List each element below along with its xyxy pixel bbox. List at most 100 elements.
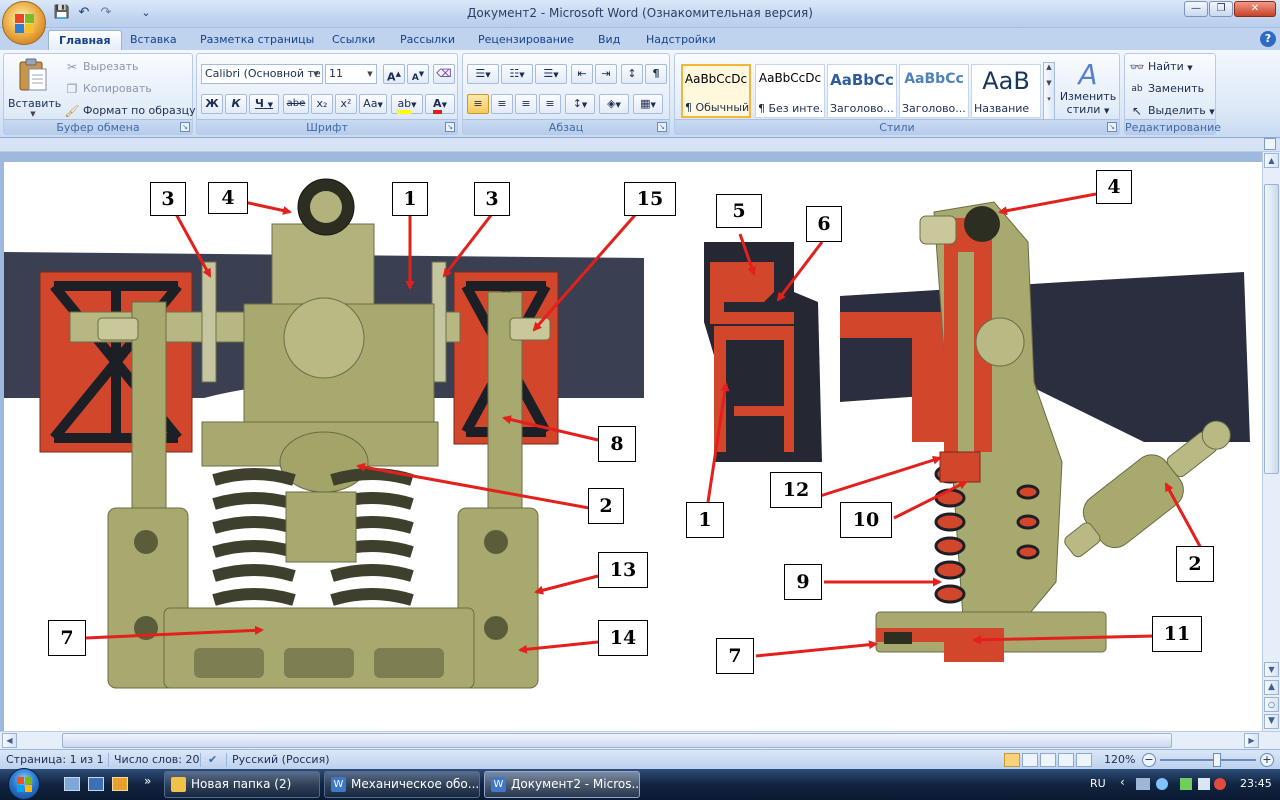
clipboard-launcher-icon[interactable]: ↘ (180, 122, 190, 132)
tab-page-layout[interactable]: Разметка страницы (190, 30, 324, 50)
web-layout-icon[interactable] (1040, 753, 1056, 767)
grow-font-button[interactable]: A▲ (383, 64, 405, 84)
find-button[interactable]: 👓 Найти ▼ (1129, 59, 1193, 75)
language-indicator[interactable]: Русский (Россия) (232, 753, 330, 766)
line-spacing-button[interactable]: ↕▼ (565, 94, 595, 114)
document-page[interactable]: 3 4 1 3 15 8 2 13 7 14 5 6 1 4 12 10 9 2… (4, 162, 1262, 731)
taskbar-item[interactable]: Новая папка (2) (164, 771, 320, 798)
paragraph-launcher-icon[interactable]: ↘ (657, 122, 667, 132)
sort-button[interactable]: ↕ (621, 64, 643, 84)
browse-object-icon[interactable]: ○ (1264, 697, 1279, 712)
subscript-button[interactable]: x₂ (311, 94, 333, 114)
italic-button[interactable]: К (225, 94, 247, 114)
tab-home[interactable]: Главная (48, 30, 122, 50)
full-screen-reading-icon[interactable] (1022, 753, 1038, 767)
style-normal[interactable]: AaBbCcDc ¶ Обычный (681, 64, 751, 118)
font-size-combo[interactable]: 11 ▼ (325, 64, 377, 84)
page-count[interactable]: Страница: 1 из 1 (6, 753, 104, 766)
multilevel-list-button[interactable]: ☰▼ (535, 64, 567, 84)
font-name-dropdown-icon[interactable]: ▼ (310, 65, 322, 83)
close-button[interactable]: ✕ (1234, 1, 1276, 17)
font-launcher-icon[interactable]: ↘ (445, 122, 455, 132)
shading-button[interactable]: ◈▼ (599, 94, 629, 114)
vertical-scroll-thumb[interactable] (1264, 184, 1279, 474)
show-desktop-icon[interactable] (64, 777, 80, 791)
tab-references[interactable]: Ссылки (322, 30, 385, 50)
change-case-button[interactable]: Aa▼ (359, 94, 387, 114)
messenger-icon[interactable] (1156, 778, 1168, 790)
quick-launch-more-icon[interactable]: » (144, 774, 151, 788)
vertical-scrollbar[interactable]: ▲ ▼ ▲ ○ ▼ (1262, 152, 1280, 731)
change-styles-button[interactable]: A Изменить стили ▼ (1059, 60, 1117, 117)
quick-launch-icon[interactable] (88, 777, 104, 791)
font-size-dropdown-icon[interactable]: ▼ (364, 65, 376, 83)
style-heading-2[interactable]: AaBbCc Заголово... (899, 64, 969, 118)
superscript-button[interactable]: x² (335, 94, 357, 114)
outline-icon[interactable] (1058, 753, 1074, 767)
styles-launcher-icon[interactable]: ↘ (1107, 122, 1117, 132)
styles-more-icon[interactable]: ▾ (1044, 95, 1054, 103)
horizontal-scroll-thumb[interactable] (62, 733, 1172, 748)
scroll-left-icon[interactable]: ◀ (2, 733, 17, 748)
media-player-icon[interactable] (112, 777, 128, 791)
speaker-icon[interactable] (1198, 778, 1210, 790)
alert-icon[interactable] (1214, 778, 1226, 790)
start-button[interactable] (2, 768, 48, 800)
tray-chevron-icon[interactable]: ‹ (1120, 775, 1125, 789)
ruler-toggle-icon[interactable] (1264, 138, 1276, 150)
styles-down-icon[interactable]: ▼ (1044, 79, 1054, 87)
borders-button[interactable]: ▦▼ (633, 94, 663, 114)
underline-button[interactable]: Ч ▼ (249, 94, 279, 114)
align-right-button[interactable]: ≡ (515, 94, 537, 114)
next-page-icon[interactable]: ▼ (1264, 714, 1279, 729)
scroll-down-icon[interactable]: ▼ (1264, 662, 1279, 677)
clear-formatting-button[interactable]: ⌫ (433, 64, 455, 84)
paste-button[interactable]: Вставить ▼ (8, 58, 61, 118)
taskbar-item[interactable]: W Механическое обо... (324, 771, 480, 798)
scroll-up-icon[interactable]: ▲ (1264, 153, 1279, 168)
bold-button[interactable]: Ж (201, 94, 223, 114)
spellcheck-icon[interactable]: ✔ (208, 753, 217, 766)
print-layout-icon[interactable] (1004, 753, 1020, 767)
justify-button[interactable]: ≡ (539, 94, 561, 114)
bullets-button[interactable]: ☰▼ (467, 64, 499, 84)
font-name-combo[interactable]: Calibri (Основной те ▼ (201, 64, 323, 84)
decrease-indent-button[interactable]: ⇤ (571, 64, 593, 84)
paste-dropdown-icon[interactable]: ▼ (8, 110, 58, 118)
shrink-font-button[interactable]: A▼ (407, 64, 429, 84)
highlight-button[interactable]: ab▼ (391, 94, 423, 114)
zoom-level[interactable]: 120% (1104, 753, 1135, 766)
align-center-button[interactable]: ≡ (491, 94, 513, 114)
show-marks-button[interactable]: ¶ (645, 64, 667, 84)
word-count[interactable]: Число слов: 20 (114, 753, 200, 766)
security-icon[interactable] (1180, 778, 1192, 790)
help-icon[interactable]: ? (1260, 31, 1276, 47)
style-title[interactable]: AaB Название (971, 64, 1041, 118)
format-painter-button[interactable]: 🖌 Формат по образцу (64, 103, 195, 119)
styles-scroll[interactable]: ▲ ▼ ▾ (1043, 62, 1055, 120)
numbering-button[interactable]: ☷▼ (501, 64, 533, 84)
zoom-in-button[interactable]: + (1260, 753, 1274, 767)
network-icon[interactable] (1136, 778, 1150, 790)
select-button[interactable]: ↖ Выделить ▼ (1129, 103, 1215, 119)
clock[interactable]: 23:45 (1240, 777, 1272, 790)
language-indicator[interactable]: RU (1090, 777, 1106, 790)
horizontal-scrollbar[interactable]: ◀ ▶ (0, 731, 1280, 749)
taskbar-item[interactable]: W Документ2 - Micros... (484, 771, 640, 798)
previous-page-icon[interactable]: ▲ (1264, 680, 1279, 695)
font-color-button[interactable]: A▼ (425, 94, 455, 114)
tab-review[interactable]: Рецензирование (468, 30, 584, 50)
maximize-button[interactable]: ❐ (1209, 1, 1233, 17)
style-heading-1[interactable]: AaBbCc Заголово... (827, 64, 897, 118)
zoom-out-button[interactable]: − (1142, 753, 1156, 767)
zoom-slider-thumb[interactable] (1213, 753, 1221, 767)
draft-icon[interactable] (1076, 753, 1092, 767)
scroll-right-icon[interactable]: ▶ (1244, 733, 1259, 748)
cut-button[interactable]: ✂ Вырезать (64, 59, 139, 75)
align-left-button[interactable]: ≡ (467, 94, 489, 114)
tab-insert[interactable]: Вставка (120, 30, 187, 50)
tab-mailings[interactable]: Рассылки (390, 30, 465, 50)
replace-button[interactable]: ab Заменить (1129, 81, 1204, 97)
tab-addins[interactable]: Надстройки (636, 30, 726, 50)
increase-indent-button[interactable]: ⇥ (595, 64, 617, 84)
